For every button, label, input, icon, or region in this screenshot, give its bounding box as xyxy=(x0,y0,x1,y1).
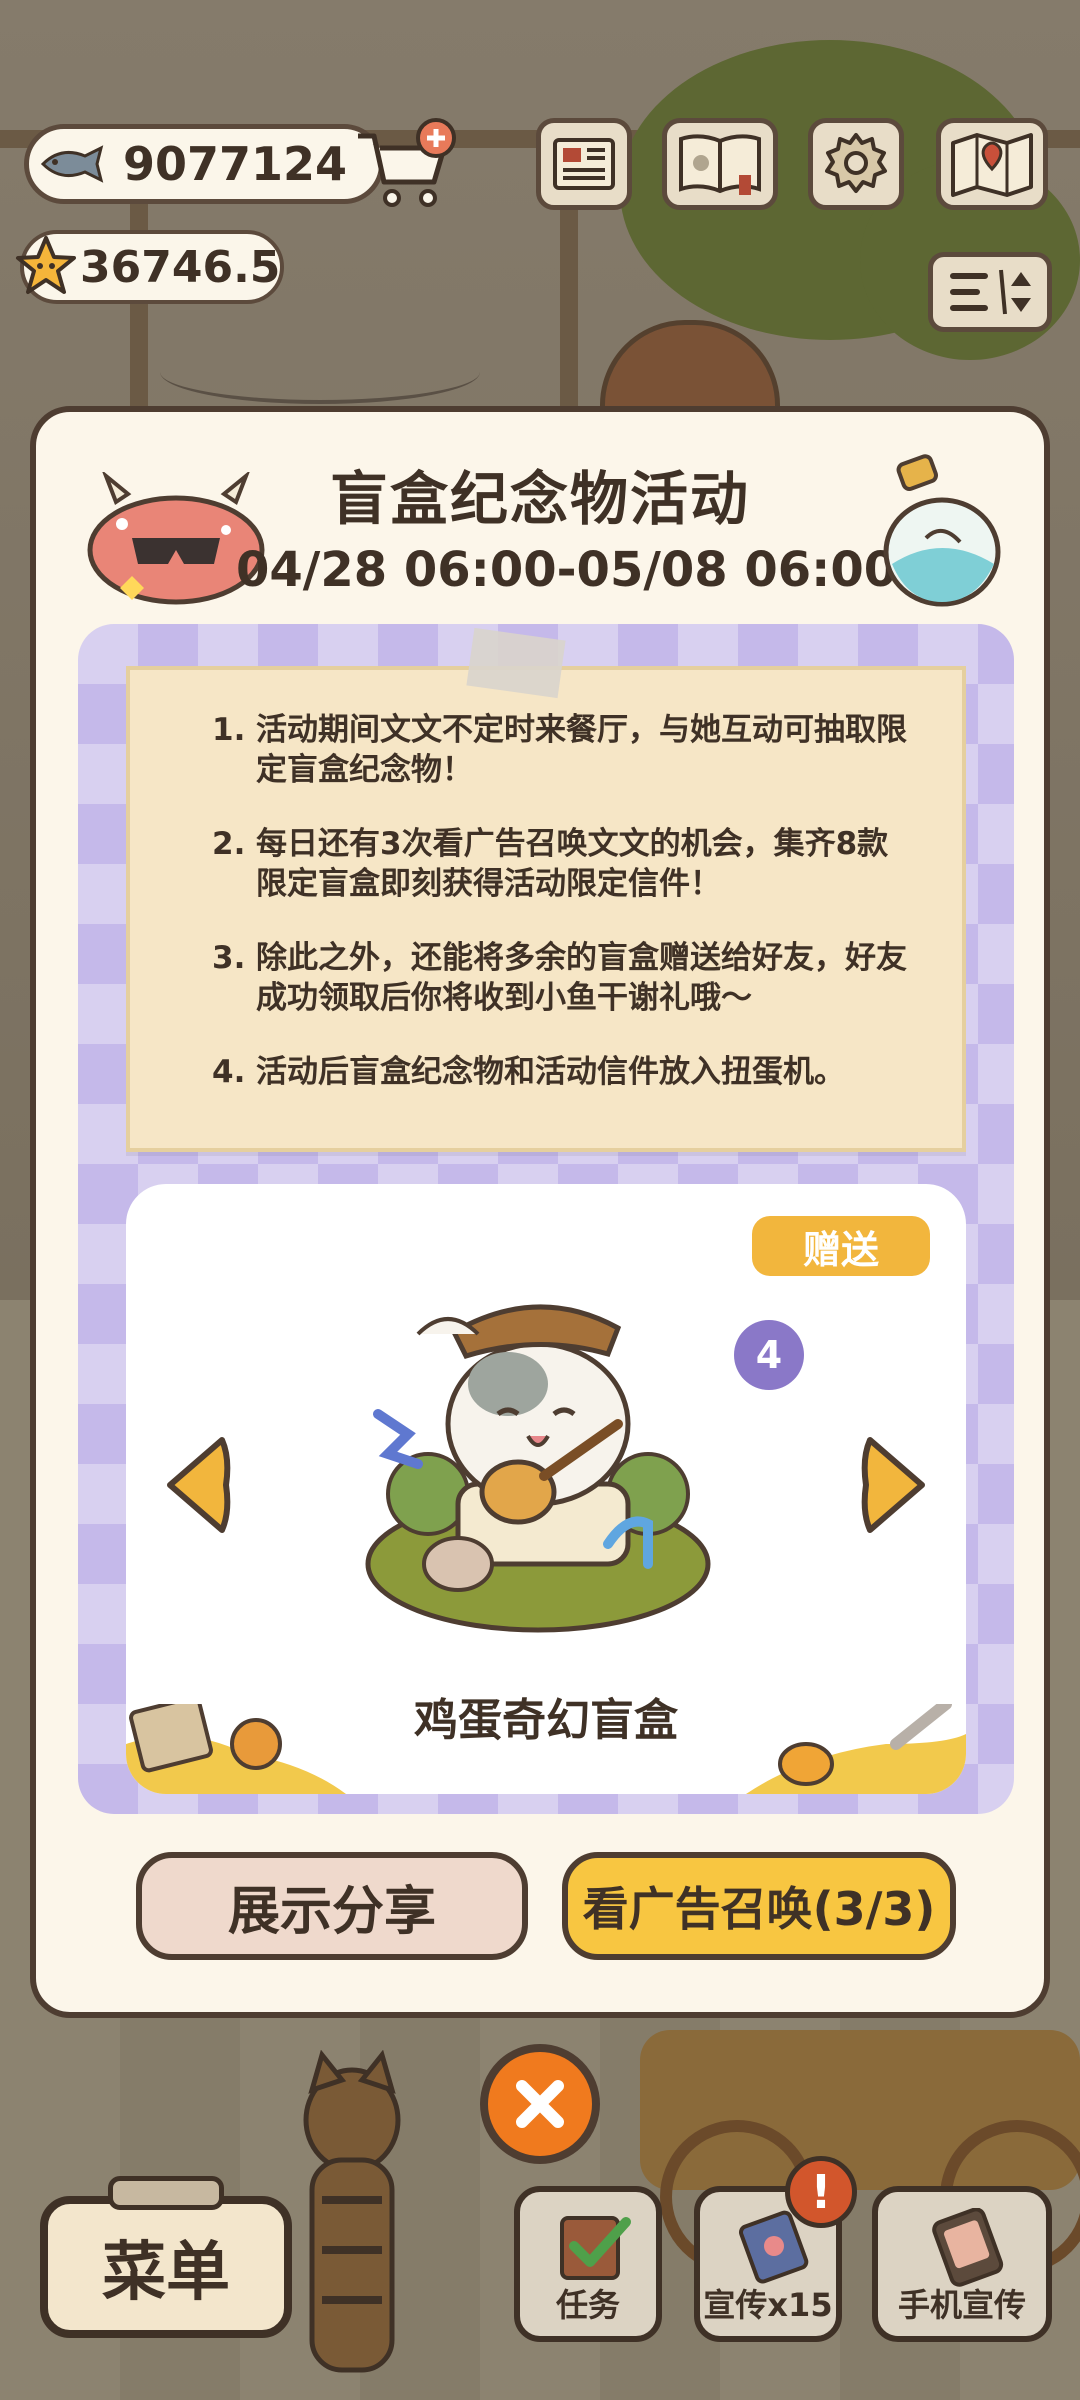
blind-box-card: 赠送 4 鸡蛋奇幻盲盒 xyxy=(126,1184,966,1794)
previous-arrow-icon[interactable] xyxy=(160,1432,232,1538)
bard-cat-blind-box-art xyxy=(365,1304,711,1633)
fish-icon xyxy=(40,145,104,183)
star-currency-value: 36746.5 xyxy=(80,241,281,293)
newspaper-button[interactable] xyxy=(536,118,632,210)
map-button[interactable] xyxy=(936,118,1048,210)
rule-text: 活动后盲盒纪念物和活动信件放入扭蛋机。 xyxy=(256,1054,845,1090)
newspaper-icon xyxy=(553,138,615,190)
bunting-garland xyxy=(160,340,480,404)
event-modal: 盲盒纪念物活动 04/28 06:00-05/08 06:00 1. 活动期间文文… xyxy=(30,406,1050,2018)
rule-text: 每日还有3次看广告召唤文文的机会，集齐8款限定盲盒即刻获得活动限定信件！ xyxy=(256,826,889,902)
rule-item: 4. 活动后盲盒纪念物和活动信件放入扭蛋机。 xyxy=(212,1052,912,1092)
gift-button[interactable]: 赠送 xyxy=(752,1216,930,1276)
item-count-badge: 4 xyxy=(734,1320,804,1390)
shopping-cart-plus-icon[interactable] xyxy=(352,118,456,210)
share-button[interactable]: 展示分享 xyxy=(136,1852,528,1960)
rule-item: 3. 除此之外，还能将多余的盲盒赠送给好友，好友成功领取后你将收到小鱼干谢礼哦～ xyxy=(212,938,912,1018)
promotion-label: 宣传x15 xyxy=(703,2286,833,2324)
watch-ad-summon-button[interactable]: 看广告召唤(3/3) xyxy=(562,1852,956,1960)
phone-icon xyxy=(932,2208,1004,2287)
fish-currency-display: 9077124 xyxy=(24,124,384,204)
checklist-icon xyxy=(560,2216,631,2280)
clipboard-clip xyxy=(108,2176,224,2210)
rules-list: 1. 活动期间文文不定时来餐厅，与她互动可抽取限定盲盒纪念物！ 2. 每日还有3次看… xyxy=(212,710,912,1126)
sort-icon xyxy=(950,269,1031,315)
rule-text: 活动期间文文不定时来餐厅，与她互动可抽取限定盲盒纪念物！ xyxy=(256,712,907,788)
rules-parchment: 1. 活动期间文文不定时来餐厅，与她互动可抽取限定盲盒纪念物！ 2. 每日还有3次看… xyxy=(126,666,966,1152)
event-date-range: 04/28 06:00-05/08 06:00 xyxy=(236,542,898,598)
sort-toggle-button[interactable] xyxy=(928,252,1052,332)
star-icon xyxy=(16,236,76,294)
map-icon xyxy=(951,133,1033,197)
close-modal-button[interactable] xyxy=(480,2044,600,2164)
tabby-cat-character xyxy=(303,2050,401,2373)
book-icon xyxy=(679,134,761,195)
gold-coins-decoration xyxy=(126,1704,346,1794)
settings-button[interactable] xyxy=(808,118,904,210)
rule-number: 1. xyxy=(212,712,246,748)
rule-item: 2. 每日还有3次看广告召唤文文的机会，集齐8款限定盲盒即刻获得活动限定信件！ xyxy=(212,824,912,904)
rule-number: 2. xyxy=(212,826,246,862)
gear-icon xyxy=(825,133,887,193)
rule-item: 1. 活动期间文文不定时来餐厅，与她互动可抽取限定盲盒纪念物！ xyxy=(212,710,912,790)
phone-promotion-label: 手机宣传 xyxy=(897,2286,1026,2324)
phone-promotion-button[interactable]: 手机宣传 xyxy=(872,2186,1052,2342)
next-arrow-icon[interactable] xyxy=(860,1432,932,1538)
close-icon xyxy=(516,2080,564,2128)
rule-number: 4. xyxy=(212,1054,246,1090)
potion-bottle-decoration xyxy=(883,454,1001,607)
event-info-board: 1. 活动期间文文不定时来餐厅，与她互动可抽取限定盲盒纪念物！ 2. 每日还有3次看… xyxy=(78,624,1014,1814)
menu-button[interactable]: 菜单 xyxy=(40,2196,292,2338)
treasure-pile-decoration xyxy=(746,1704,966,1794)
tasks-button[interactable]: 任务 xyxy=(514,2186,662,2342)
notification-badge: ! xyxy=(785,2156,857,2228)
fish-currency-value: 9077124 xyxy=(123,137,348,191)
tasks-label: 任务 xyxy=(555,2286,620,2324)
rule-number: 3. xyxy=(212,940,246,976)
rule-text: 除此之外，还能将多余的盲盒赠送给好友，好友成功领取后你将收到小鱼干谢礼哦～ xyxy=(256,940,907,1016)
recipe-book-button[interactable] xyxy=(662,118,778,210)
